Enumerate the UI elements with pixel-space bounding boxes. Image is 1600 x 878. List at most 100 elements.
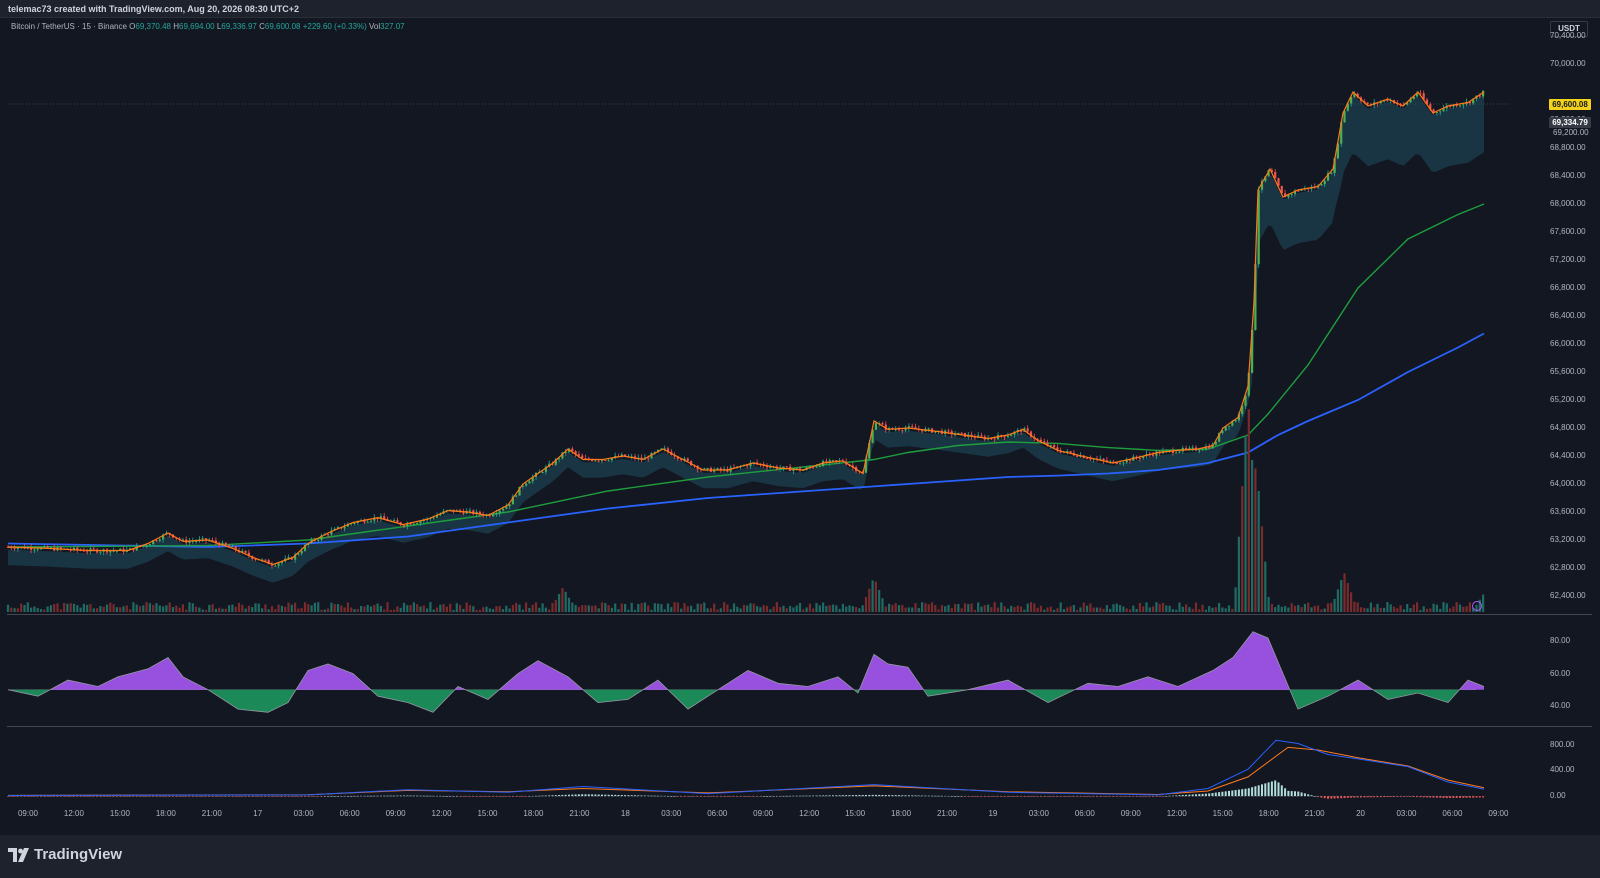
volume-bar <box>709 608 712 612</box>
volume-bar <box>954 603 957 612</box>
macd-histogram-bar <box>1300 792 1303 797</box>
volume-bar <box>878 590 881 612</box>
macd-histogram-bar <box>709 796 712 797</box>
candle-body <box>393 520 396 522</box>
candle-body <box>1043 441 1046 443</box>
volume-bar <box>1086 605 1089 612</box>
volume-bar <box>980 606 983 612</box>
volume-bar <box>848 605 851 612</box>
volume-bar <box>237 602 241 612</box>
candle-body <box>1175 452 1178 454</box>
volume-bar <box>46 606 49 612</box>
candle-body <box>1227 425 1231 427</box>
volume-bar <box>300 608 303 612</box>
candle-body <box>158 539 161 541</box>
volume-bar <box>772 606 775 612</box>
macd-histogram-bar <box>1303 793 1306 797</box>
macd-histogram-bar <box>1369 796 1372 798</box>
symbol-legend[interactable]: Bitcoin / TetherUS · 15 · Binance O69,37… <box>11 22 405 31</box>
macd-histogram-bar <box>1333 796 1336 799</box>
tradingview-logo[interactable]: TradingView <box>8 846 122 863</box>
macd-histogram-bar <box>389 795 392 797</box>
macd-histogram-bar <box>1211 793 1214 797</box>
pane-separator-rsi[interactable] <box>7 614 1592 615</box>
candle-body <box>1102 458 1105 461</box>
volume-bar <box>152 604 155 612</box>
volume-bar <box>1326 603 1330 612</box>
volume-bar <box>303 602 307 612</box>
volume-bar <box>310 605 313 612</box>
volume-bar <box>221 608 224 612</box>
volume-bar <box>1221 607 1224 612</box>
candle-body <box>600 460 604 462</box>
rsi-axis-label: 60.00 <box>1550 668 1571 678</box>
price-axis-label: 63,200.00 <box>1550 535 1586 544</box>
volume-bar <box>1191 608 1194 612</box>
candle-body <box>1366 102 1369 105</box>
volume-bar <box>330 602 333 612</box>
volume-bar <box>247 605 250 612</box>
volume-bar <box>327 608 330 612</box>
candle-body <box>148 544 151 546</box>
time-axis-label: 09:00 <box>385 809 406 818</box>
price-axis-label: 65,600.00 <box>1550 367 1586 376</box>
volume-bar <box>587 605 590 612</box>
chart-canvas[interactable] <box>0 0 1600 878</box>
volume-bar <box>930 602 934 612</box>
macd-histogram-bar <box>1478 796 1481 798</box>
volume-bar <box>1234 587 1237 612</box>
volume-bar <box>996 607 1000 612</box>
macd-histogram-bar <box>1231 790 1234 797</box>
volume-bar <box>670 607 673 612</box>
volume-bar <box>990 607 993 612</box>
volume-bar <box>558 593 561 612</box>
volume-bar <box>1013 607 1016 612</box>
volume-bar <box>525 602 528 612</box>
macd-histogram-bar <box>1290 791 1293 797</box>
volume-bar <box>1109 608 1112 612</box>
volume-bar <box>1284 605 1287 612</box>
candle-body <box>686 458 689 461</box>
volume-bar <box>719 608 722 612</box>
volume-bar <box>432 609 435 612</box>
price-axis-label: 70,000.00 <box>1550 59 1586 68</box>
time-axis-label: 18:00 <box>891 809 912 818</box>
volume-bar <box>99 605 102 612</box>
candle-body <box>1439 111 1442 113</box>
volume-bar <box>129 609 132 612</box>
volume-bar <box>353 609 356 612</box>
macd-histogram-bar <box>1142 796 1145 797</box>
volume-bar <box>277 604 280 612</box>
volume-bar <box>795 605 798 612</box>
volume-bar <box>72 603 76 612</box>
volume-bar <box>927 604 930 612</box>
pane-separator-macd[interactable] <box>7 726 1592 727</box>
volume-bar <box>567 597 571 612</box>
volume-bar <box>851 606 854 612</box>
time-axis-label: 09:00 <box>753 809 774 818</box>
volume-bar <box>1046 607 1049 612</box>
ema-fast-line <box>7 91 1485 566</box>
price-axis-label: 64,400.00 <box>1550 451 1586 460</box>
time-axis-label: 06:00 <box>707 809 728 818</box>
volume-bar <box>1026 603 1029 612</box>
volume-bar <box>864 597 868 612</box>
volume-bar <box>924 603 927 612</box>
volume-bar <box>1389 604 1392 612</box>
candle-body <box>597 460 600 462</box>
macd-histogram-bar <box>49 796 52 797</box>
volume-bar <box>1181 606 1184 612</box>
volume-bar <box>393 609 396 612</box>
candle-body <box>1462 104 1465 106</box>
volume-bar <box>468 605 472 612</box>
volume-bar <box>723 602 726 612</box>
volume-bar <box>1201 604 1204 612</box>
volume-bar <box>323 609 326 612</box>
volume-bar <box>386 602 389 612</box>
volume-bar <box>630 602 633 612</box>
volume-bar <box>581 605 584 612</box>
volume-bar <box>950 608 953 612</box>
volume-bar <box>1178 602 1181 612</box>
candle-body <box>492 514 495 517</box>
volume-bar <box>604 603 607 612</box>
